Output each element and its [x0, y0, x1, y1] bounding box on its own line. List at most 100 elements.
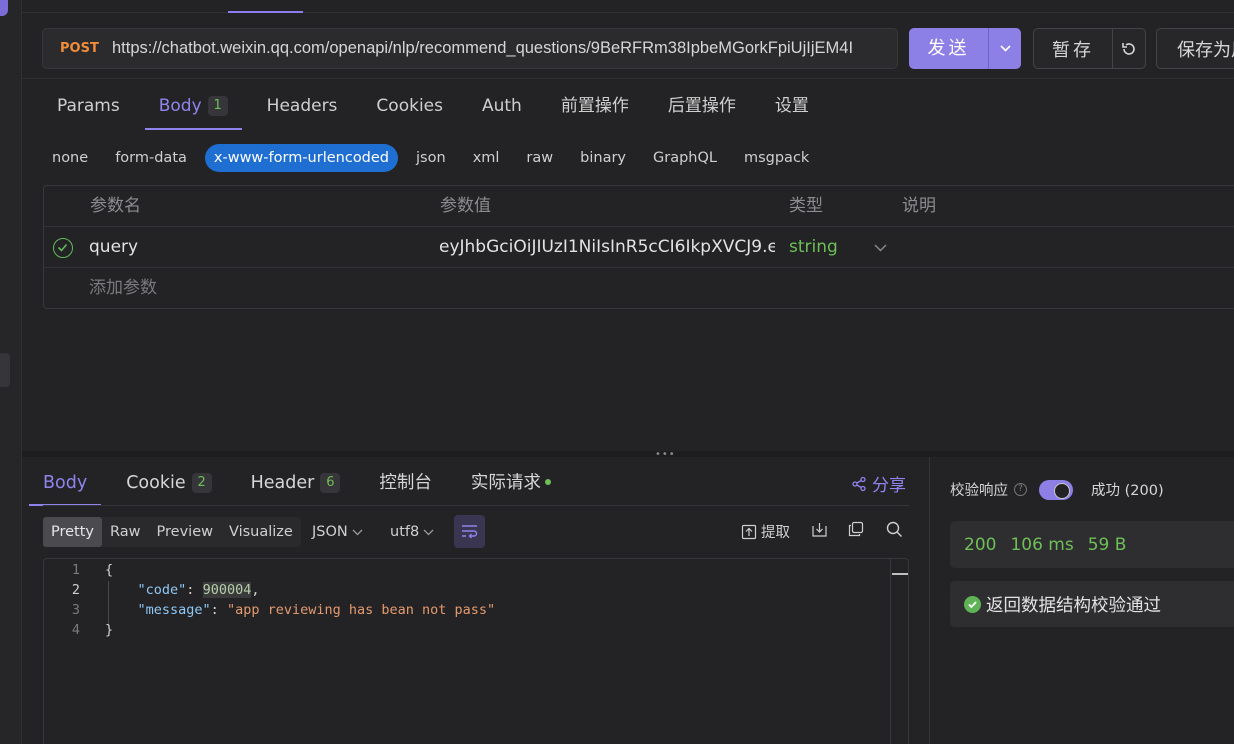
scrollbar-thumb[interactable]: [892, 573, 908, 575]
json-key: "code": [137, 582, 187, 598]
code-line: }: [105, 622, 114, 638]
line-number: 3: [71, 602, 80, 618]
left-activity-bar: [0, 0, 22, 744]
response-tab-actual-request[interactable]: 实际请求: [471, 464, 551, 506]
url-input[interactable]: https://chatbot.weixin.qq.com/openapi/nl…: [112, 39, 853, 58]
copy-button[interactable]: [848, 521, 864, 537]
row-enabled-checkbox[interactable]: [53, 238, 73, 258]
url-bar[interactable]: POST https://chatbot.weixin.qq.com/opena…: [42, 28, 898, 69]
extract-icon: [741, 524, 757, 539]
word-wrap-toggle[interactable]: [454, 515, 485, 548]
tab-settings[interactable]: 设置: [775, 86, 809, 130]
body-type-urlencoded[interactable]: x-www-form-urlencoded: [204, 144, 399, 172]
json-number: 900004: [202, 582, 252, 598]
tab-headers[interactable]: Headers: [267, 86, 338, 130]
response-tabs: Body Cookie 2 Header 6 控制台 实际请求: [28, 464, 590, 506]
code-line: "message": "app reviewing has bean not p…: [137, 602, 496, 618]
top-tab-strip: [22, 0, 1234, 13]
download-icon: [812, 523, 827, 537]
cookie-count-badge: 2: [191, 473, 212, 493]
reset-button[interactable]: [1112, 28, 1146, 69]
chevron-down-icon: [423, 529, 434, 535]
column-header-value: 参数值: [440, 196, 491, 216]
body-type-xml[interactable]: xml: [464, 144, 509, 172]
type-dropdown[interactable]: [874, 227, 887, 268]
view-mode-raw[interactable]: Raw: [102, 517, 149, 547]
tab-auth[interactable]: Auth: [482, 86, 522, 130]
view-mode-switcher: Pretty Raw Preview Visualize: [43, 517, 301, 547]
column-header-description: 说明: [902, 196, 936, 216]
send-button[interactable]: 发送: [909, 28, 988, 69]
body-type-selector: none form-data x-www-form-urlencoded jso…: [43, 144, 827, 172]
divider: [43, 505, 909, 506]
active-nav-indicator: [0, 353, 10, 387]
response-tab-header[interactable]: Header 6: [251, 464, 341, 506]
body-type-form-data[interactable]: form-data: [106, 144, 196, 172]
send-button-group[interactable]: 发送: [909, 28, 1021, 69]
search-icon: [886, 521, 902, 537]
add-param-input[interactable]: 添加参数: [89, 268, 157, 309]
param-name-cell[interactable]: query: [89, 227, 138, 268]
request-tabs: Params Body 1 Headers Cookies Auth 前置操作 后…: [57, 86, 848, 130]
table-header: 参数名 参数值 类型 说明: [44, 186, 1234, 227]
tab-pre-request[interactable]: 前置操作: [561, 86, 629, 130]
app-indicator: [0, 0, 8, 16]
help-icon[interactable]: ?: [1014, 483, 1027, 496]
tab-body[interactable]: Body 1: [144, 86, 242, 130]
validate-response-toggle[interactable]: [1039, 479, 1073, 500]
stash-button[interactable]: 暂存: [1033, 28, 1113, 69]
params-table: 参数名 参数值 类型 说明 query eyJhbGciOiJIUzI1NiIs…: [43, 185, 1234, 309]
chevron-down-icon: [999, 45, 1011, 52]
body-count-badge: 1: [207, 96, 228, 116]
param-value-cell[interactable]: eyJhbGciOiJIUzI1NiIsInR5cCI6IkpXVCJ9.eyJ…: [439, 227, 775, 268]
body-type-msgpack[interactable]: msgpack: [735, 144, 818, 172]
status-dot-icon: [544, 479, 551, 485]
body-type-raw[interactable]: raw: [517, 144, 562, 172]
body-type-binary[interactable]: binary: [571, 144, 635, 172]
extract-button[interactable]: 提取: [741, 521, 790, 542]
response-size: 59 B: [1087, 534, 1127, 555]
send-dropdown-button[interactable]: [988, 28, 1021, 69]
response-tab-body[interactable]: Body: [28, 464, 102, 506]
success-check-icon: [964, 595, 981, 613]
column-header-type: 类型: [789, 196, 823, 216]
body-type-none[interactable]: none: [43, 144, 97, 172]
body-type-json[interactable]: json: [407, 144, 455, 172]
download-button[interactable]: [811, 521, 828, 538]
view-mode-pretty[interactable]: Pretty: [43, 517, 103, 547]
response-panel: Body Cookie 2 Header 6 控制台 实际请求 分享 Pretty …: [22, 457, 929, 744]
validate-response-label: 校验响应: [950, 483, 1008, 499]
column-header-name: 参数名: [90, 196, 141, 216]
view-mode-preview[interactable]: Preview: [149, 517, 221, 547]
validate-response-row: 校验响应 ? 成功 (200): [950, 479, 1164, 500]
response-tab-cookie[interactable]: Cookie 2: [126, 464, 212, 506]
encoding-select[interactable]: utf8: [390, 517, 434, 547]
table-row: query eyJhbGciOiJIUzI1NiIsInR5cCI6IkpXVC…: [44, 227, 1234, 268]
param-type-cell[interactable]: string: [789, 227, 838, 268]
tab-cookies[interactable]: Cookies: [376, 86, 443, 130]
share-icon: [852, 476, 866, 491]
add-param-row: 添加参数: [44, 268, 1234, 309]
refresh-icon: [1122, 42, 1135, 55]
tab-post-request[interactable]: 后置操作: [668, 86, 736, 130]
line-number: 1: [71, 562, 80, 578]
response-time: 106 ms: [1010, 534, 1074, 555]
search-button[interactable]: [886, 521, 903, 538]
http-method[interactable]: POST: [43, 41, 112, 56]
save-as-button[interactable]: 保存为用: [1156, 28, 1234, 69]
validation-passed-banner: 返回数据结构校验通过: [950, 581, 1234, 627]
code-line: {: [105, 562, 114, 578]
validation-result[interactable]: 成功 (200): [1091, 479, 1164, 500]
response-tab-console[interactable]: 控制台: [379, 464, 432, 506]
format-select[interactable]: JSON: [312, 517, 363, 547]
vertical-scrollbar[interactable]: [890, 559, 908, 744]
header-count-badge: 6: [320, 473, 341, 493]
share-button[interactable]: 分享: [851, 471, 906, 496]
tab-params[interactable]: Params: [57, 86, 120, 130]
line-number: 2: [71, 582, 80, 598]
view-mode-visualize[interactable]: Visualize: [221, 517, 301, 547]
check-icon: [57, 243, 68, 252]
chevron-down-icon: [874, 244, 887, 252]
body-type-graphql[interactable]: GraphQL: [644, 144, 726, 172]
response-code-editor[interactable]: 1 2 3 4 { "code": 900004, "message": "ap…: [43, 558, 909, 744]
